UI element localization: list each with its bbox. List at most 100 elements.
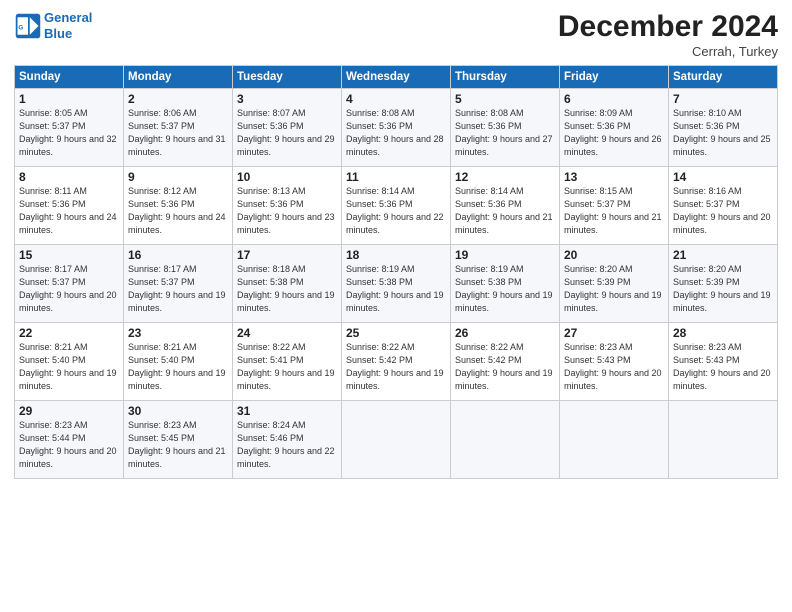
day-cell: 31 Sunrise: 8:24 AM Sunset: 5:46 PM Dayl… xyxy=(233,401,342,479)
day-info: Sunrise: 8:15 AM Sunset: 5:37 PM Dayligh… xyxy=(564,185,664,237)
day-number: 18 xyxy=(346,248,446,262)
day-cell: 11 Sunrise: 8:14 AM Sunset: 5:36 PM Dayl… xyxy=(342,167,451,245)
day-info: Sunrise: 8:16 AM Sunset: 5:37 PM Dayligh… xyxy=(673,185,773,237)
day-number: 13 xyxy=(564,170,664,184)
day-number: 7 xyxy=(673,92,773,106)
day-info: Sunrise: 8:10 AM Sunset: 5:36 PM Dayligh… xyxy=(673,107,773,159)
svg-text:G: G xyxy=(18,24,23,31)
day-number: 23 xyxy=(128,326,228,340)
logo-icon: G xyxy=(14,12,42,40)
day-cell: 28 Sunrise: 8:23 AM Sunset: 5:43 PM Dayl… xyxy=(669,323,778,401)
day-cell: 4 Sunrise: 8:08 AM Sunset: 5:36 PM Dayli… xyxy=(342,89,451,167)
week-row-3: 15 Sunrise: 8:17 AM Sunset: 5:37 PM Dayl… xyxy=(15,245,778,323)
col-header-monday: Monday xyxy=(124,66,233,89)
day-info: Sunrise: 8:07 AM Sunset: 5:36 PM Dayligh… xyxy=(237,107,337,159)
day-cell xyxy=(560,401,669,479)
day-number: 19 xyxy=(455,248,555,262)
day-info: Sunrise: 8:08 AM Sunset: 5:36 PM Dayligh… xyxy=(346,107,446,159)
col-header-wednesday: Wednesday xyxy=(342,66,451,89)
day-info: Sunrise: 8:06 AM Sunset: 5:37 PM Dayligh… xyxy=(128,107,228,159)
title-block: December 2024 Cerrah, Turkey xyxy=(558,10,778,59)
day-number: 4 xyxy=(346,92,446,106)
day-info: Sunrise: 8:08 AM Sunset: 5:36 PM Dayligh… xyxy=(455,107,555,159)
day-info: Sunrise: 8:17 AM Sunset: 5:37 PM Dayligh… xyxy=(128,263,228,315)
logo-blue: Blue xyxy=(44,26,72,41)
day-cell: 9 Sunrise: 8:12 AM Sunset: 5:36 PM Dayli… xyxy=(124,167,233,245)
day-number: 10 xyxy=(237,170,337,184)
day-info: Sunrise: 8:17 AM Sunset: 5:37 PM Dayligh… xyxy=(19,263,119,315)
day-cell: 27 Sunrise: 8:23 AM Sunset: 5:43 PM Dayl… xyxy=(560,323,669,401)
day-number: 20 xyxy=(564,248,664,262)
day-info: Sunrise: 8:22 AM Sunset: 5:41 PM Dayligh… xyxy=(237,341,337,393)
week-row-1: 1 Sunrise: 8:05 AM Sunset: 5:37 PM Dayli… xyxy=(15,89,778,167)
week-row-4: 22 Sunrise: 8:21 AM Sunset: 5:40 PM Dayl… xyxy=(15,323,778,401)
day-number: 22 xyxy=(19,326,119,340)
day-cell: 12 Sunrise: 8:14 AM Sunset: 5:36 PM Dayl… xyxy=(451,167,560,245)
day-info: Sunrise: 8:14 AM Sunset: 5:36 PM Dayligh… xyxy=(455,185,555,237)
day-cell: 13 Sunrise: 8:15 AM Sunset: 5:37 PM Dayl… xyxy=(560,167,669,245)
day-info: Sunrise: 8:21 AM Sunset: 5:40 PM Dayligh… xyxy=(19,341,119,393)
day-info: Sunrise: 8:20 AM Sunset: 5:39 PM Dayligh… xyxy=(673,263,773,315)
day-cell: 15 Sunrise: 8:17 AM Sunset: 5:37 PM Dayl… xyxy=(15,245,124,323)
day-number: 31 xyxy=(237,404,337,418)
header-row: SundayMondayTuesdayWednesdayThursdayFrid… xyxy=(15,66,778,89)
month-title: December 2024 xyxy=(558,10,778,44)
day-info: Sunrise: 8:22 AM Sunset: 5:42 PM Dayligh… xyxy=(455,341,555,393)
day-number: 24 xyxy=(237,326,337,340)
logo-general: General xyxy=(44,10,92,25)
day-info: Sunrise: 8:05 AM Sunset: 5:37 PM Dayligh… xyxy=(19,107,119,159)
logo-text: General Blue xyxy=(44,10,92,41)
day-number: 2 xyxy=(128,92,228,106)
day-info: Sunrise: 8:18 AM Sunset: 5:38 PM Dayligh… xyxy=(237,263,337,315)
day-cell: 18 Sunrise: 8:19 AM Sunset: 5:38 PM Dayl… xyxy=(342,245,451,323)
day-number: 8 xyxy=(19,170,119,184)
location-subtitle: Cerrah, Turkey xyxy=(558,44,778,59)
day-info: Sunrise: 8:23 AM Sunset: 5:43 PM Dayligh… xyxy=(673,341,773,393)
day-cell: 29 Sunrise: 8:23 AM Sunset: 5:44 PM Dayl… xyxy=(15,401,124,479)
day-info: Sunrise: 8:14 AM Sunset: 5:36 PM Dayligh… xyxy=(346,185,446,237)
day-number: 25 xyxy=(346,326,446,340)
day-info: Sunrise: 8:19 AM Sunset: 5:38 PM Dayligh… xyxy=(455,263,555,315)
day-cell: 26 Sunrise: 8:22 AM Sunset: 5:42 PM Dayl… xyxy=(451,323,560,401)
day-info: Sunrise: 8:20 AM Sunset: 5:39 PM Dayligh… xyxy=(564,263,664,315)
day-cell: 20 Sunrise: 8:20 AM Sunset: 5:39 PM Dayl… xyxy=(560,245,669,323)
page-container: G General Blue December 2024 Cerrah, Tur… xyxy=(0,0,792,489)
col-header-sunday: Sunday xyxy=(15,66,124,89)
calendar-table: SundayMondayTuesdayWednesdayThursdayFrid… xyxy=(14,65,778,479)
day-info: Sunrise: 8:22 AM Sunset: 5:42 PM Dayligh… xyxy=(346,341,446,393)
day-cell: 22 Sunrise: 8:21 AM Sunset: 5:40 PM Dayl… xyxy=(15,323,124,401)
day-cell: 25 Sunrise: 8:22 AM Sunset: 5:42 PM Dayl… xyxy=(342,323,451,401)
day-cell: 16 Sunrise: 8:17 AM Sunset: 5:37 PM Dayl… xyxy=(124,245,233,323)
week-row-2: 8 Sunrise: 8:11 AM Sunset: 5:36 PM Dayli… xyxy=(15,167,778,245)
day-cell: 7 Sunrise: 8:10 AM Sunset: 5:36 PM Dayli… xyxy=(669,89,778,167)
day-cell: 6 Sunrise: 8:09 AM Sunset: 5:36 PM Dayli… xyxy=(560,89,669,167)
day-cell: 2 Sunrise: 8:06 AM Sunset: 5:37 PM Dayli… xyxy=(124,89,233,167)
day-number: 3 xyxy=(237,92,337,106)
day-cell: 10 Sunrise: 8:13 AM Sunset: 5:36 PM Dayl… xyxy=(233,167,342,245)
day-cell: 5 Sunrise: 8:08 AM Sunset: 5:36 PM Dayli… xyxy=(451,89,560,167)
day-info: Sunrise: 8:19 AM Sunset: 5:38 PM Dayligh… xyxy=(346,263,446,315)
col-header-saturday: Saturday xyxy=(669,66,778,89)
day-number: 11 xyxy=(346,170,446,184)
logo: G General Blue xyxy=(14,10,92,41)
header: G General Blue December 2024 Cerrah, Tur… xyxy=(14,10,778,59)
day-cell: 24 Sunrise: 8:22 AM Sunset: 5:41 PM Dayl… xyxy=(233,323,342,401)
day-cell: 21 Sunrise: 8:20 AM Sunset: 5:39 PM Dayl… xyxy=(669,245,778,323)
day-cell xyxy=(451,401,560,479)
day-cell: 14 Sunrise: 8:16 AM Sunset: 5:37 PM Dayl… xyxy=(669,167,778,245)
day-info: Sunrise: 8:24 AM Sunset: 5:46 PM Dayligh… xyxy=(237,419,337,471)
day-number: 14 xyxy=(673,170,773,184)
day-info: Sunrise: 8:12 AM Sunset: 5:36 PM Dayligh… xyxy=(128,185,228,237)
day-info: Sunrise: 8:23 AM Sunset: 5:44 PM Dayligh… xyxy=(19,419,119,471)
day-info: Sunrise: 8:09 AM Sunset: 5:36 PM Dayligh… xyxy=(564,107,664,159)
day-number: 16 xyxy=(128,248,228,262)
col-header-tuesday: Tuesday xyxy=(233,66,342,89)
day-cell: 1 Sunrise: 8:05 AM Sunset: 5:37 PM Dayli… xyxy=(15,89,124,167)
day-number: 29 xyxy=(19,404,119,418)
day-cell: 23 Sunrise: 8:21 AM Sunset: 5:40 PM Dayl… xyxy=(124,323,233,401)
day-number: 26 xyxy=(455,326,555,340)
day-info: Sunrise: 8:23 AM Sunset: 5:43 PM Dayligh… xyxy=(564,341,664,393)
day-info: Sunrise: 8:11 AM Sunset: 5:36 PM Dayligh… xyxy=(19,185,119,237)
day-number: 30 xyxy=(128,404,228,418)
day-cell: 8 Sunrise: 8:11 AM Sunset: 5:36 PM Dayli… xyxy=(15,167,124,245)
